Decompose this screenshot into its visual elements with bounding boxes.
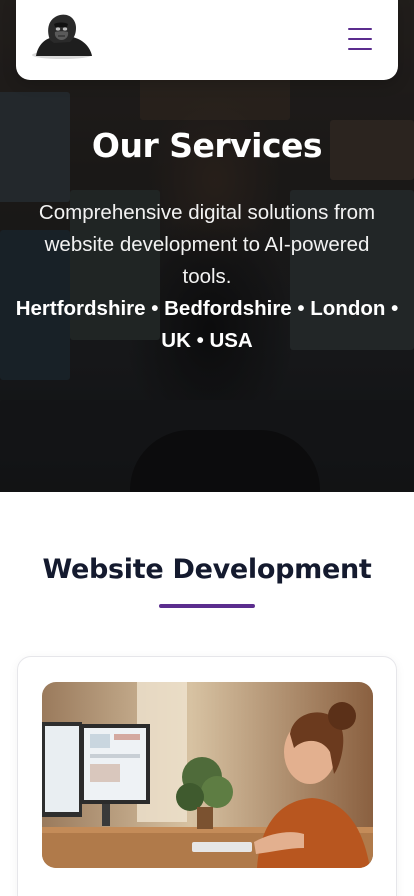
hero-title: Our Services xyxy=(91,126,323,165)
title-underline xyxy=(159,604,255,608)
hamburger-menu-icon[interactable] xyxy=(348,28,372,50)
menu-line xyxy=(348,48,372,50)
gorilla-logo-icon[interactable] xyxy=(32,10,96,60)
hero-locations: Hertfordshire • Bedfordshire • London • … xyxy=(15,297,399,352)
section-title: Website Development xyxy=(42,554,372,585)
menu-line xyxy=(348,28,372,30)
top-navbar xyxy=(16,0,398,80)
service-card[interactable] xyxy=(17,656,397,896)
menu-line xyxy=(348,38,372,40)
hero-description: Comprehensive digital solutions from web… xyxy=(38,201,376,288)
service-card-image xyxy=(42,682,373,868)
